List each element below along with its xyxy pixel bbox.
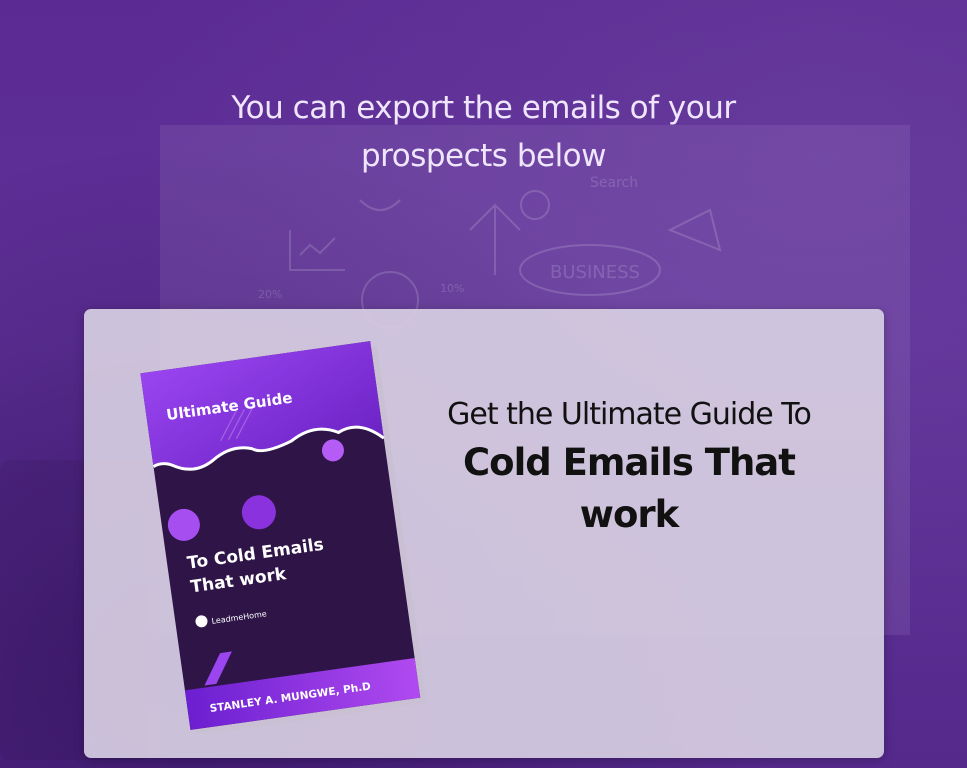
offer-title: Cold Emails That work (463, 441, 796, 536)
hero-headline: You can export the emails of your prospe… (0, 84, 967, 180)
hero-line-1: You can export the emails of your (231, 90, 736, 126)
sketch-business-label: BUSINESS (550, 262, 640, 283)
offer-card[interactable]: Ultimate Guide To Cold Emails That work … (84, 309, 884, 758)
book-cover: Ultimate Guide To Cold Emails That work … (124, 333, 444, 736)
hero-line-2: prospects below (361, 138, 607, 174)
offer-text: Get the Ultimate Guide To Cold Emails Th… (414, 395, 844, 541)
sketch-percent-mid: 10% (440, 282, 464, 295)
offer-subtitle: Get the Ultimate Guide To (447, 397, 812, 432)
sketch-percent-left: 20% (258, 288, 282, 301)
